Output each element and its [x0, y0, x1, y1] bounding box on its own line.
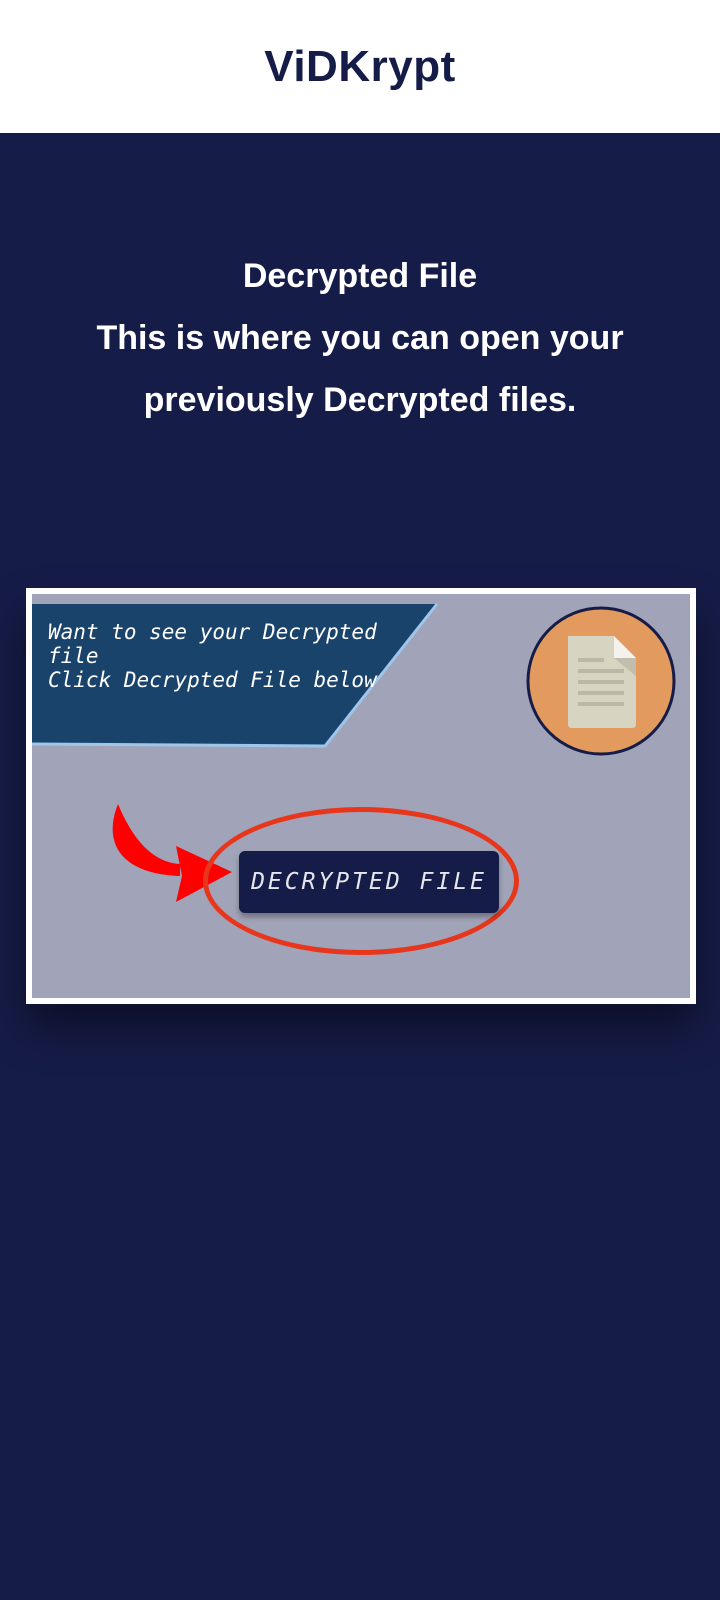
tutorial-image-content: Want to see your Decrypted file Click De… [32, 594, 690, 998]
banner-line-1: Want to see your Decrypted [48, 620, 377, 644]
app-header: ViDKrypt [0, 0, 720, 133]
banner-line-3: Click Decrypted File below [48, 668, 377, 692]
file-document-icon [526, 606, 676, 756]
tutorial-image: Want to see your Decrypted file Click De… [26, 588, 696, 1004]
app-title: ViDKrypt [264, 41, 456, 91]
banner-text: Want to see your Decrypted file Click De… [48, 620, 408, 692]
intro-heading: Decrypted File [242, 257, 478, 295]
intro-line-1: This is where you can open your [96, 319, 624, 357]
app-screen: ViDKrypt Decrypted File This is where yo… [0, 0, 720, 1600]
intro-text: Decrypted File This is where you can ope… [40, 245, 680, 431]
intro-line-2: previously Decrypted files. [143, 381, 577, 419]
banner-line-2: file [48, 644, 99, 668]
decrypted-file-button-illustration: DECRYPTED FILE [239, 851, 499, 913]
